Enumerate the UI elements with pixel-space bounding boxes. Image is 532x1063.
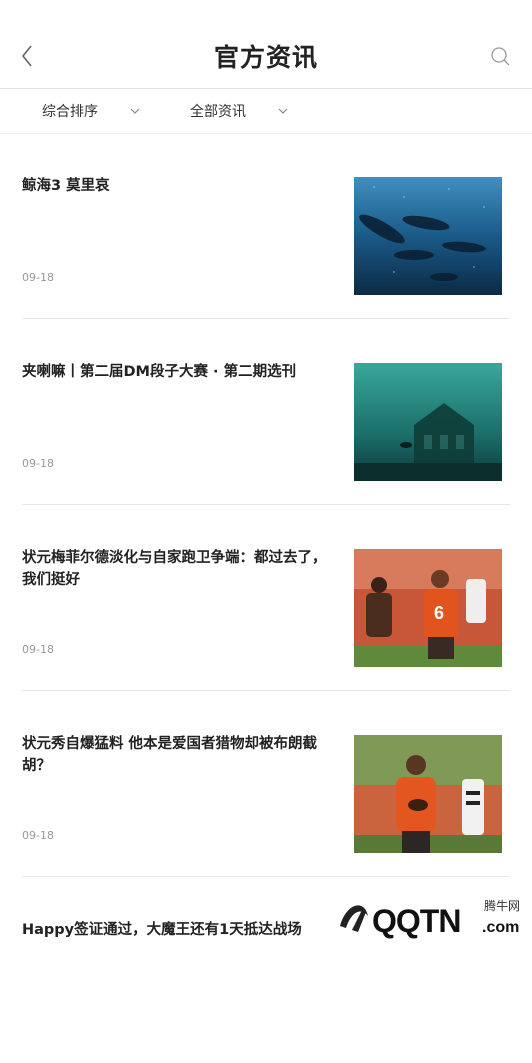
type-label: 全部资讯 [190,104,246,120]
article-title: 夹喇嘛丨第二届DM段子大赛 · 第二期选刊 [22,364,297,380]
article-title: 状元秀自爆猛料 他本是爱国者猎物却被布朗截胡？ [22,736,318,774]
page-title: 官方资讯 [213,43,318,72]
type-dropdown[interactable]: 全部资讯 [190,89,288,133]
svg-text:6: 6 [434,603,444,623]
article-date: 09-18 [22,643,54,656]
article-item[interactable]: 状元梅菲尔德淡化与自家跑卫争端：都过去了，我们挺好 09-18 6 [0,505,532,691]
article-thumbnail [354,735,502,853]
article-thumbnail: 6 [354,549,502,667]
chevron-down-icon [130,108,140,114]
sort-label: 综合排序 [42,104,98,120]
logo-text: QQTN [372,903,460,939]
logo-suffix: .com [482,919,519,936]
article-item[interactable]: 状元秀自爆猛料 他本是爱国者猎物却被布朗截胡？ 09-18 [0,691,532,877]
article-thumbnail [354,177,502,295]
chevron-down-icon [278,108,288,114]
article-date: 09-18 [22,457,54,470]
article-date: 09-18 [22,829,54,842]
watermark-logo: QQTN 腾牛网 .com [322,886,532,946]
sort-dropdown[interactable]: 综合排序 [42,89,140,133]
app-header: 官方资讯 [0,0,532,89]
article-item[interactable]: 鲸海3 莫里哀 09-18 [0,133,532,319]
search-icon [491,47,510,66]
filter-bar: 综合排序 全部资讯 [0,89,532,134]
article-title: Happy签证通过，大魔王还有1天抵达战场 [22,922,302,938]
article-thumbnail [354,363,502,481]
article-title: 状元梅菲尔德淡化与自家跑卫争端：都过去了，我们挺好 [22,550,327,588]
article-title: 鲸海3 莫里哀 [22,178,110,194]
article-item[interactable]: 夹喇嘛丨第二届DM段子大赛 · 第二期选刊 09-18 [0,319,532,505]
article-date: 09-18 [22,271,54,284]
logo-brand: 腾牛网 [484,898,520,913]
search-button[interactable] [488,44,514,70]
